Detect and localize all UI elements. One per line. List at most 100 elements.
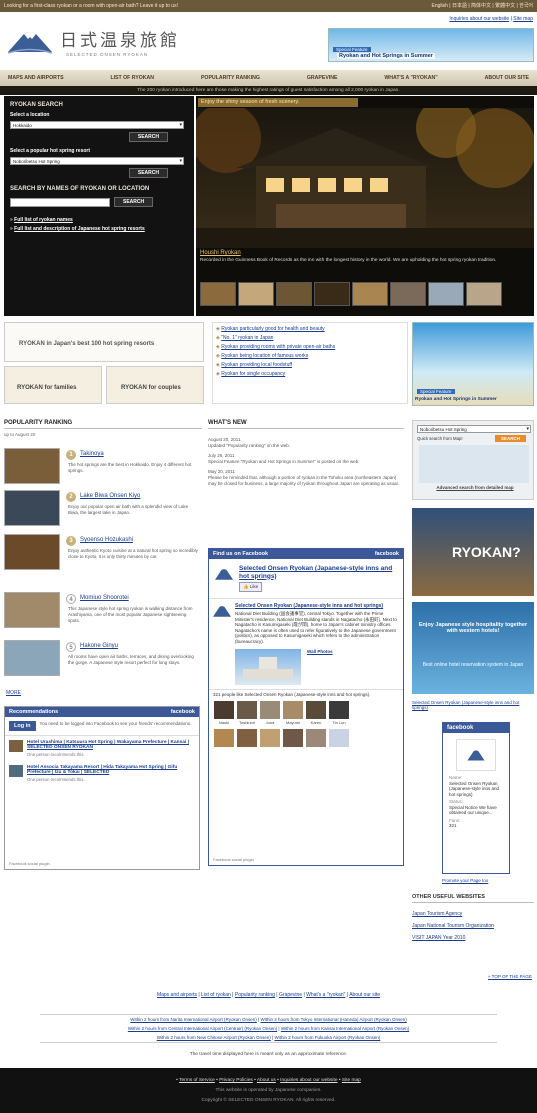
- summer-feature-banner[interactable]: Special Feature Ryokan and Hot Springs i…: [412, 322, 534, 406]
- about-us-link[interactable]: About us: [257, 1078, 276, 1083]
- nav-grapevine[interactable]: GRAPEVINE: [307, 70, 338, 86]
- hot-spring-list-link[interactable]: » Full list and description of Japanese …: [10, 226, 180, 232]
- fan-avatar[interactable]: Mayumi: [282, 700, 304, 725]
- site-logo[interactable]: 日式温泉旅館 SELECTED ONSEN RYOKAN: [8, 22, 198, 62]
- other-site-link[interactable]: Japan Tourism Agency: [412, 911, 534, 917]
- name-search-input[interactable]: [10, 197, 110, 207]
- fb-login-button[interactable]: Log in: [9, 721, 36, 731]
- top-of-page-link[interactable]: » TOP OF THE PAGE: [488, 974, 532, 979]
- western-hotels-banner[interactable]: Enjoy Japanese style hospitality togethe…: [412, 602, 534, 694]
- thumb-1[interactable]: [200, 282, 236, 306]
- fan-avatar[interactable]: Toshinori: [236, 700, 258, 725]
- language-links[interactable]: English | 日本語 | 简体中文 | 繁體中文 | 한국어: [431, 0, 533, 12]
- terms-link[interactable]: Terms of Service: [179, 1078, 215, 1083]
- wall-photos-link[interactable]: Wall Photos: [307, 649, 333, 654]
- fb-plugin-text[interactable]: Facebook social plugin: [213, 857, 254, 862]
- sitemap-link[interactable]: Site map: [513, 16, 533, 22]
- nav-ranking[interactable]: POPULARITY RANKING: [201, 70, 260, 86]
- fan-avatar[interactable]: [259, 728, 281, 748]
- airport-link[interactable]: Within 2 hours from Kansai International…: [281, 1026, 409, 1031]
- ranking-name[interactable]: Syoenso Hozukashi: [80, 537, 133, 543]
- nav-about[interactable]: ABOUT OUR SITE: [485, 70, 529, 86]
- fan-avatar[interactable]: Tin Lun: [328, 700, 350, 725]
- recommend-link[interactable]: Hotel Associa Takayama Resort | Hida Tak…: [27, 765, 195, 775]
- footer-nav-link[interactable]: About our site: [349, 992, 380, 998]
- feature-item[interactable]: ◈ "No. 1" ryokan in Japan: [216, 335, 404, 341]
- quick-search-button[interactable]: SEARCH: [495, 435, 527, 442]
- location-select[interactable]: Hokkaido: [10, 121, 184, 129]
- promote-page-link[interactable]: Promote your Page too: [442, 878, 488, 883]
- footer-nav-link[interactable]: Maps and airports: [157, 992, 197, 998]
- right-fb-caption[interactable]: Selected Onsen Ryokan (Japanese-style in…: [412, 700, 534, 710]
- footer-nav-link[interactable]: What's a "ryokan": [306, 992, 345, 998]
- inquiries-link[interactable]: Inquiries about our website: [449, 16, 509, 22]
- advanced-search-link[interactable]: Advanced search from detailed map: [419, 485, 531, 490]
- header-feature-banner[interactable]: Special Feature Ryokan and Hot Springs i…: [328, 28, 534, 62]
- full-list-link[interactable]: » Full list of ryokan names: [10, 217, 188, 223]
- fan-avatar[interactable]: [282, 728, 304, 748]
- thumb-8[interactable]: [466, 282, 502, 306]
- fan-avatar[interactable]: [305, 728, 327, 748]
- thumb-7[interactable]: [428, 282, 464, 306]
- footer-nav-link[interactable]: Popularity ranking: [235, 992, 275, 998]
- ranking-photo[interactable]: [4, 490, 60, 526]
- ranking-photo[interactable]: [4, 592, 60, 628]
- ranking-photo[interactable]: [4, 640, 60, 676]
- other-site-link[interactable]: Japan National Tourism Organization: [412, 923, 534, 929]
- feature-item[interactable]: ◈ Ryokan being location of famous works: [216, 353, 404, 359]
- diet-building-photo[interactable]: [235, 648, 301, 685]
- ranking-photo[interactable]: [4, 534, 60, 570]
- footer-nav-link[interactable]: List of ryokan: [201, 992, 231, 998]
- airport-link[interactable]: Within 2 hours from Central Internationa…: [128, 1026, 277, 1031]
- airport-link[interactable]: Within 2 hours from Narita International…: [130, 1017, 257, 1022]
- recommend-link[interactable]: Hotel Urashima | Katsuura Hot Spring | W…: [27, 740, 195, 750]
- other-site-link[interactable]: VISIT JAPAN Year 2010: [412, 935, 534, 941]
- ranking-photo[interactable]: [4, 448, 60, 484]
- name-search-button[interactable]: SEARCH: [114, 197, 154, 207]
- thumb-6[interactable]: [390, 282, 426, 306]
- ranking-name[interactable]: Momiuo Shoorotei: [80, 595, 129, 601]
- nav-list[interactable]: LIST OF RYOKAN: [110, 70, 154, 86]
- fan-avatar[interactable]: Karen: [305, 700, 327, 725]
- ranking-more-link[interactable]: MORE: [6, 690, 21, 696]
- fb-like-button[interactable]: 👍 Like: [239, 582, 263, 592]
- fan-avatar[interactable]: Juna: [259, 700, 281, 725]
- fan-avatar[interactable]: [213, 728, 235, 748]
- nav-whats-ryokan[interactable]: WHAT'S A "RYOKAN": [384, 70, 437, 86]
- fan-avatar[interactable]: [328, 728, 350, 748]
- fan-avatar[interactable]: Naoki: [213, 700, 235, 725]
- ranking-name[interactable]: Hakone Ginyu: [80, 643, 118, 649]
- thumb-2[interactable]: [238, 282, 274, 306]
- couples-banner[interactable]: RYOKAN for couples: [106, 366, 204, 404]
- inquiries-footer-link[interactable]: Inquiries about our website: [280, 1078, 337, 1083]
- airport-link[interactable]: Within 2 hours from New Chitose Airport …: [157, 1035, 271, 1040]
- airport-link[interactable]: Within 2 hours from Tokyo International …: [260, 1017, 406, 1022]
- fb-page-name[interactable]: Selected Onsen Ryokan (Japanese-style in…: [239, 565, 397, 580]
- hero-title[interactable]: Houshi Ryokan: [200, 250, 241, 256]
- sitemap-footer-link[interactable]: Site map: [342, 1078, 361, 1083]
- fan-avatar[interactable]: [236, 728, 258, 748]
- whats-ryokan-banner[interactable]: RYOKAN?: [412, 508, 534, 596]
- ranking-name[interactable]: Takinoya: [80, 451, 104, 457]
- location-search-button[interactable]: SEARCH: [128, 132, 168, 142]
- airport-link[interactable]: Within 2 hours from Fukuoka Airport (Ryo…: [274, 1035, 380, 1040]
- feature-item[interactable]: ◈ Ryokan providing rooms with private op…: [216, 344, 404, 350]
- privacy-link[interactable]: Privacy Policies: [219, 1078, 253, 1083]
- hero-ryokan-image[interactable]: [196, 108, 534, 248]
- feature-item[interactable]: ◈ Ryokan providing local foodstuff: [216, 362, 404, 368]
- footer-nav-link[interactable]: Grapevine: [279, 992, 302, 998]
- feature-item[interactable]: ◈ Ryokan particularly good for health an…: [216, 326, 404, 332]
- japan-map[interactable]: [419, 445, 529, 483]
- quick-search-select[interactable]: Noboribetsu Hot Spring: [417, 425, 531, 433]
- thumb-4[interactable]: [314, 282, 350, 306]
- best100-banner[interactable]: RYOKAN in Japan's best 100 hot spring re…: [4, 322, 204, 362]
- ranking-name[interactable]: Lake Biwa Onsen Kiyo: [80, 493, 140, 499]
- recommend-plugin[interactable]: Facebook social plugin: [9, 861, 50, 866]
- thumb-5[interactable]: [352, 282, 388, 306]
- fb-post-title[interactable]: Selected Onsen Ryokan (Japanese-style in…: [235, 603, 399, 609]
- resort-search-button[interactable]: SEARCH: [128, 168, 168, 178]
- nav-maps[interactable]: MAPS AND AIRPORTS: [8, 70, 64, 86]
- feature-item[interactable]: ◈ Ryokan for single occupancy: [216, 371, 404, 377]
- thumb-3[interactable]: [276, 282, 312, 306]
- fb-badge-name[interactable]: Selected Onsen Ryokan (Japanese-style in…: [449, 781, 503, 798]
